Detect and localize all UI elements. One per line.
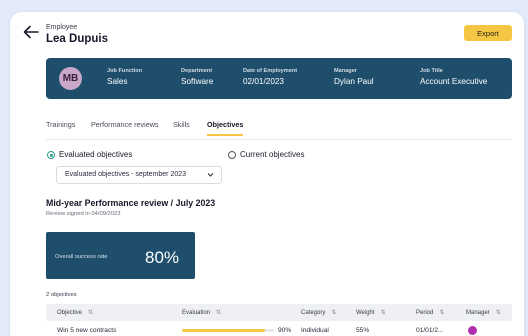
page-label: Employee <box>46 24 78 31</box>
column-header-period[interactable]: Period ⇅ <box>416 309 444 316</box>
sort-icon[interactable]: ⇅ <box>439 309 444 316</box>
field-label: Date of Employment <box>243 68 298 74</box>
radio-label: Current objectives <box>240 150 305 159</box>
field-label: Job Title <box>420 68 443 74</box>
employee-info-banner: MB Job Function Sales Department Softwar… <box>46 58 512 99</box>
active-tab-indicator <box>207 134 243 136</box>
employee-card: Employee Lea Dupuis Export MB Job Functi… <box>10 12 524 336</box>
field-job-title: Job Title Account Executive <box>420 68 487 86</box>
column-header-manager[interactable]: Manager ⇅ <box>466 309 501 316</box>
field-date-of-employment: Date of Employment 02/01/2023 <box>243 68 297 86</box>
cell-objective: Win 5 new contracts <box>57 327 117 334</box>
column-header-objective[interactable]: Objective ⇅ <box>57 309 93 316</box>
cell-category: Individual <box>301 327 329 334</box>
arrow-left-icon[interactable] <box>23 25 39 39</box>
column-header-weight[interactable]: Weight ⇅ <box>356 309 386 316</box>
avatar: MB <box>59 67 82 90</box>
cell-weight: 55% <box>356 327 370 334</box>
success-rate-card: Overall success rate 80% <box>46 232 195 279</box>
sort-icon[interactable]: ⇅ <box>331 309 336 316</box>
tab-objectives[interactable]: Objectives <box>207 120 243 129</box>
column-header-evaluation[interactable]: Evaluation ⇅ <box>182 309 221 316</box>
cell-period: 01/01/2... <box>416 327 444 334</box>
review-subtitle: Review signed in 04/09/2023 <box>46 211 121 217</box>
evaluation-progress-bar <box>182 329 274 332</box>
column-header-category[interactable]: Category ⇅ <box>301 309 336 316</box>
field-job-function: Job Function Sales <box>107 68 142 86</box>
radio-selected-icon[interactable] <box>47 151 55 159</box>
kpi-label: Overall success rate <box>55 254 108 260</box>
tab-bar: Trainings Performance reviews Skills Obj… <box>46 116 512 140</box>
field-value: 02/01/2023 <box>243 77 284 86</box>
sort-icon[interactable]: ⇅ <box>496 309 501 316</box>
select-value: Evaluated objectives - september 2023 <box>65 171 187 178</box>
field-label: Manager <box>334 68 358 74</box>
field-label: Department <box>181 68 213 74</box>
manager-avatar[interactable] <box>468 326 477 335</box>
review-title: Mid-year Performance review / July 2023 <box>46 198 216 208</box>
tab-performance-reviews[interactable]: Performance reviews <box>91 120 159 129</box>
sort-icon[interactable]: ⇅ <box>381 309 386 316</box>
field-value: Software <box>181 77 214 86</box>
table-row[interactable]: Win 5 new contracts 90% Individual 55% 0… <box>46 321 512 336</box>
objectives-count: 2 objectives <box>46 292 77 298</box>
field-value: Sales <box>107 77 128 86</box>
field-value: Account Executive <box>420 77 488 86</box>
field-label: Job Function <box>107 68 143 74</box>
sort-icon[interactable]: ⇅ <box>88 309 93 316</box>
evaluation-progress-fill <box>182 329 265 332</box>
objectives-period-select[interactable]: Evaluated objectives - september 2023 <box>56 166 222 184</box>
radio-unselected-icon[interactable] <box>228 151 236 159</box>
export-button[interactable]: Export <box>464 25 512 41</box>
field-manager: Manager Dylan Paul <box>334 68 374 86</box>
field-department: Department Software <box>181 68 213 86</box>
page-header: Employee Lea Dupuis Export <box>10 12 524 54</box>
sort-icon[interactable]: ⇅ <box>216 309 221 316</box>
tab-trainings[interactable]: Trainings <box>46 120 75 129</box>
radio-label: Evaluated objectives <box>59 150 133 159</box>
table-header: Objective ⇅ Evaluation ⇅ Category ⇅ Weight ⇅… <box>46 304 512 321</box>
field-value: Dylan Paul <box>334 77 374 86</box>
kpi-value: 80% <box>145 248 180 267</box>
chevron-down-icon <box>207 173 214 177</box>
tab-skills[interactable]: Skills <box>173 120 190 129</box>
objectives-table: Objective ⇅ Evaluation ⇅ Category ⇅ Weight ⇅… <box>46 304 512 336</box>
cell-evaluation-value: 90% <box>278 327 292 334</box>
page-title: Lea Dupuis <box>46 33 108 45</box>
